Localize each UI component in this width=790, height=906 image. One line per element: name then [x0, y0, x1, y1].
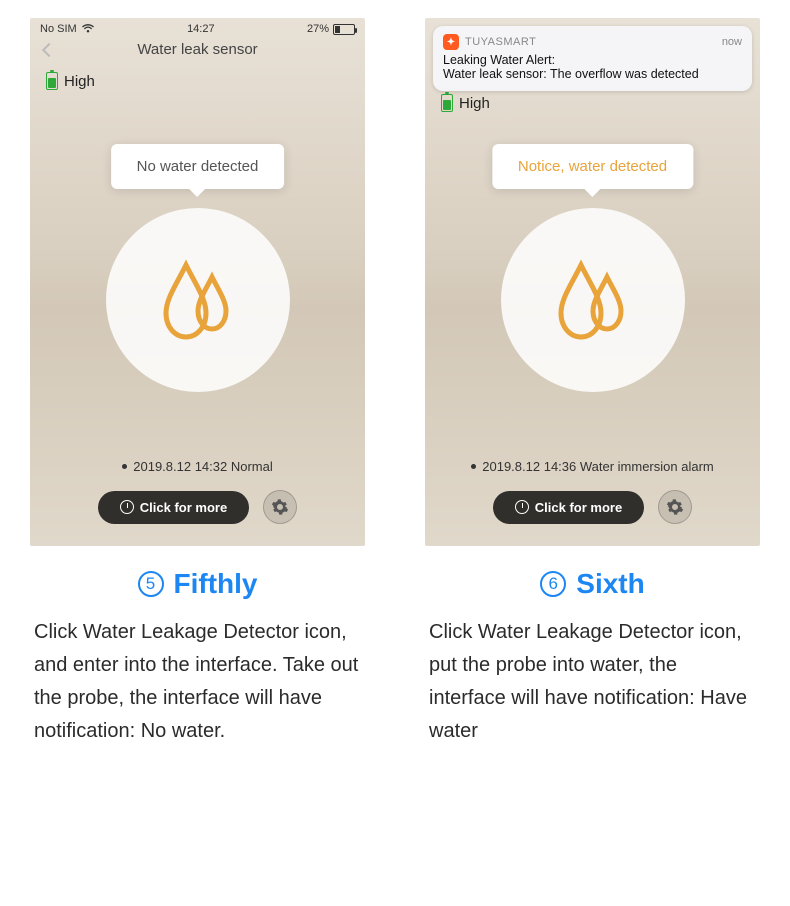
step-number-badge: 6 — [540, 571, 566, 597]
sensor-circle — [501, 208, 685, 392]
step-description: Click Water Leakage Detector icon, put t… — [425, 616, 760, 748]
step-number-badge: 5 — [138, 571, 164, 597]
gear-icon — [271, 498, 289, 516]
battery-icon — [46, 72, 58, 90]
step-heading: 5 Fifthly — [30, 568, 365, 600]
battery-pct: 27% — [307, 23, 329, 35]
bullet-icon — [122, 464, 127, 469]
push-notification[interactable]: ✦ TUYASMART now Leaking Water Alert: Wat… — [433, 26, 752, 91]
notification-time: now — [722, 36, 742, 48]
more-label: Click for more — [535, 500, 622, 515]
back-icon[interactable] — [42, 42, 56, 56]
clock-icon — [515, 500, 529, 514]
log-entry: 2019.8.12 14:36 Water immersion alarm — [425, 459, 760, 474]
sensor-circle — [106, 208, 290, 392]
battery-icon — [441, 94, 453, 112]
step-description: Click Water Leakage Detector icon, and e… — [30, 616, 365, 748]
phone-screen-normal: No SIM 14:27 27% Water leak sensor High … — [30, 18, 365, 546]
status-time: 14:27 — [187, 23, 215, 35]
tooltip-text: No water detected — [137, 158, 259, 175]
step-title: Fifthly — [174, 568, 258, 600]
step-heading: 6 Sixth — [425, 568, 760, 600]
settings-button[interactable] — [263, 490, 297, 524]
step-title: Sixth — [576, 568, 644, 600]
clock-icon — [120, 500, 134, 514]
notification-app-name: TUYASMART — [465, 36, 536, 48]
log-text: 2019.8.12 14:32 Normal — [133, 459, 272, 474]
water-drop-icon — [158, 255, 238, 345]
wifi-icon — [81, 24, 95, 34]
bullet-icon — [471, 464, 476, 469]
log-text: 2019.8.12 14:36 Water immersion alarm — [482, 459, 713, 474]
notification-title: Leaking Water Alert: — [443, 53, 742, 67]
log-entry: 2019.8.12 14:32 Normal — [30, 459, 365, 474]
battery-label: High — [459, 95, 490, 112]
status-bar: No SIM 14:27 27% — [30, 18, 365, 37]
notification-app-icon: ✦ — [443, 34, 459, 50]
device-battery-row: High — [30, 68, 365, 90]
notification-body: Water leak sensor: The overflow was dete… — [443, 67, 742, 81]
gear-icon — [666, 498, 684, 516]
tooltip-text: Notice, water detected — [518, 158, 667, 175]
water-drop-icon — [553, 255, 633, 345]
battery-status-icon — [333, 24, 355, 35]
nav-header: Water leak sensor — [30, 37, 365, 68]
phone-screen-alert: High ✦ TUYASMART now Leaking Water Alert… — [425, 18, 760, 546]
click-for-more-button[interactable]: Click for more — [98, 491, 249, 524]
carrier-text: No SIM — [40, 23, 77, 35]
battery-label: High — [64, 73, 95, 90]
click-for-more-button[interactable]: Click for more — [493, 491, 644, 524]
more-label: Click for more — [140, 500, 227, 515]
page-title: Water leak sensor — [137, 41, 257, 58]
status-tooltip: No water detected — [111, 144, 285, 189]
settings-button[interactable] — [658, 490, 692, 524]
status-tooltip: Notice, water detected — [492, 144, 693, 189]
